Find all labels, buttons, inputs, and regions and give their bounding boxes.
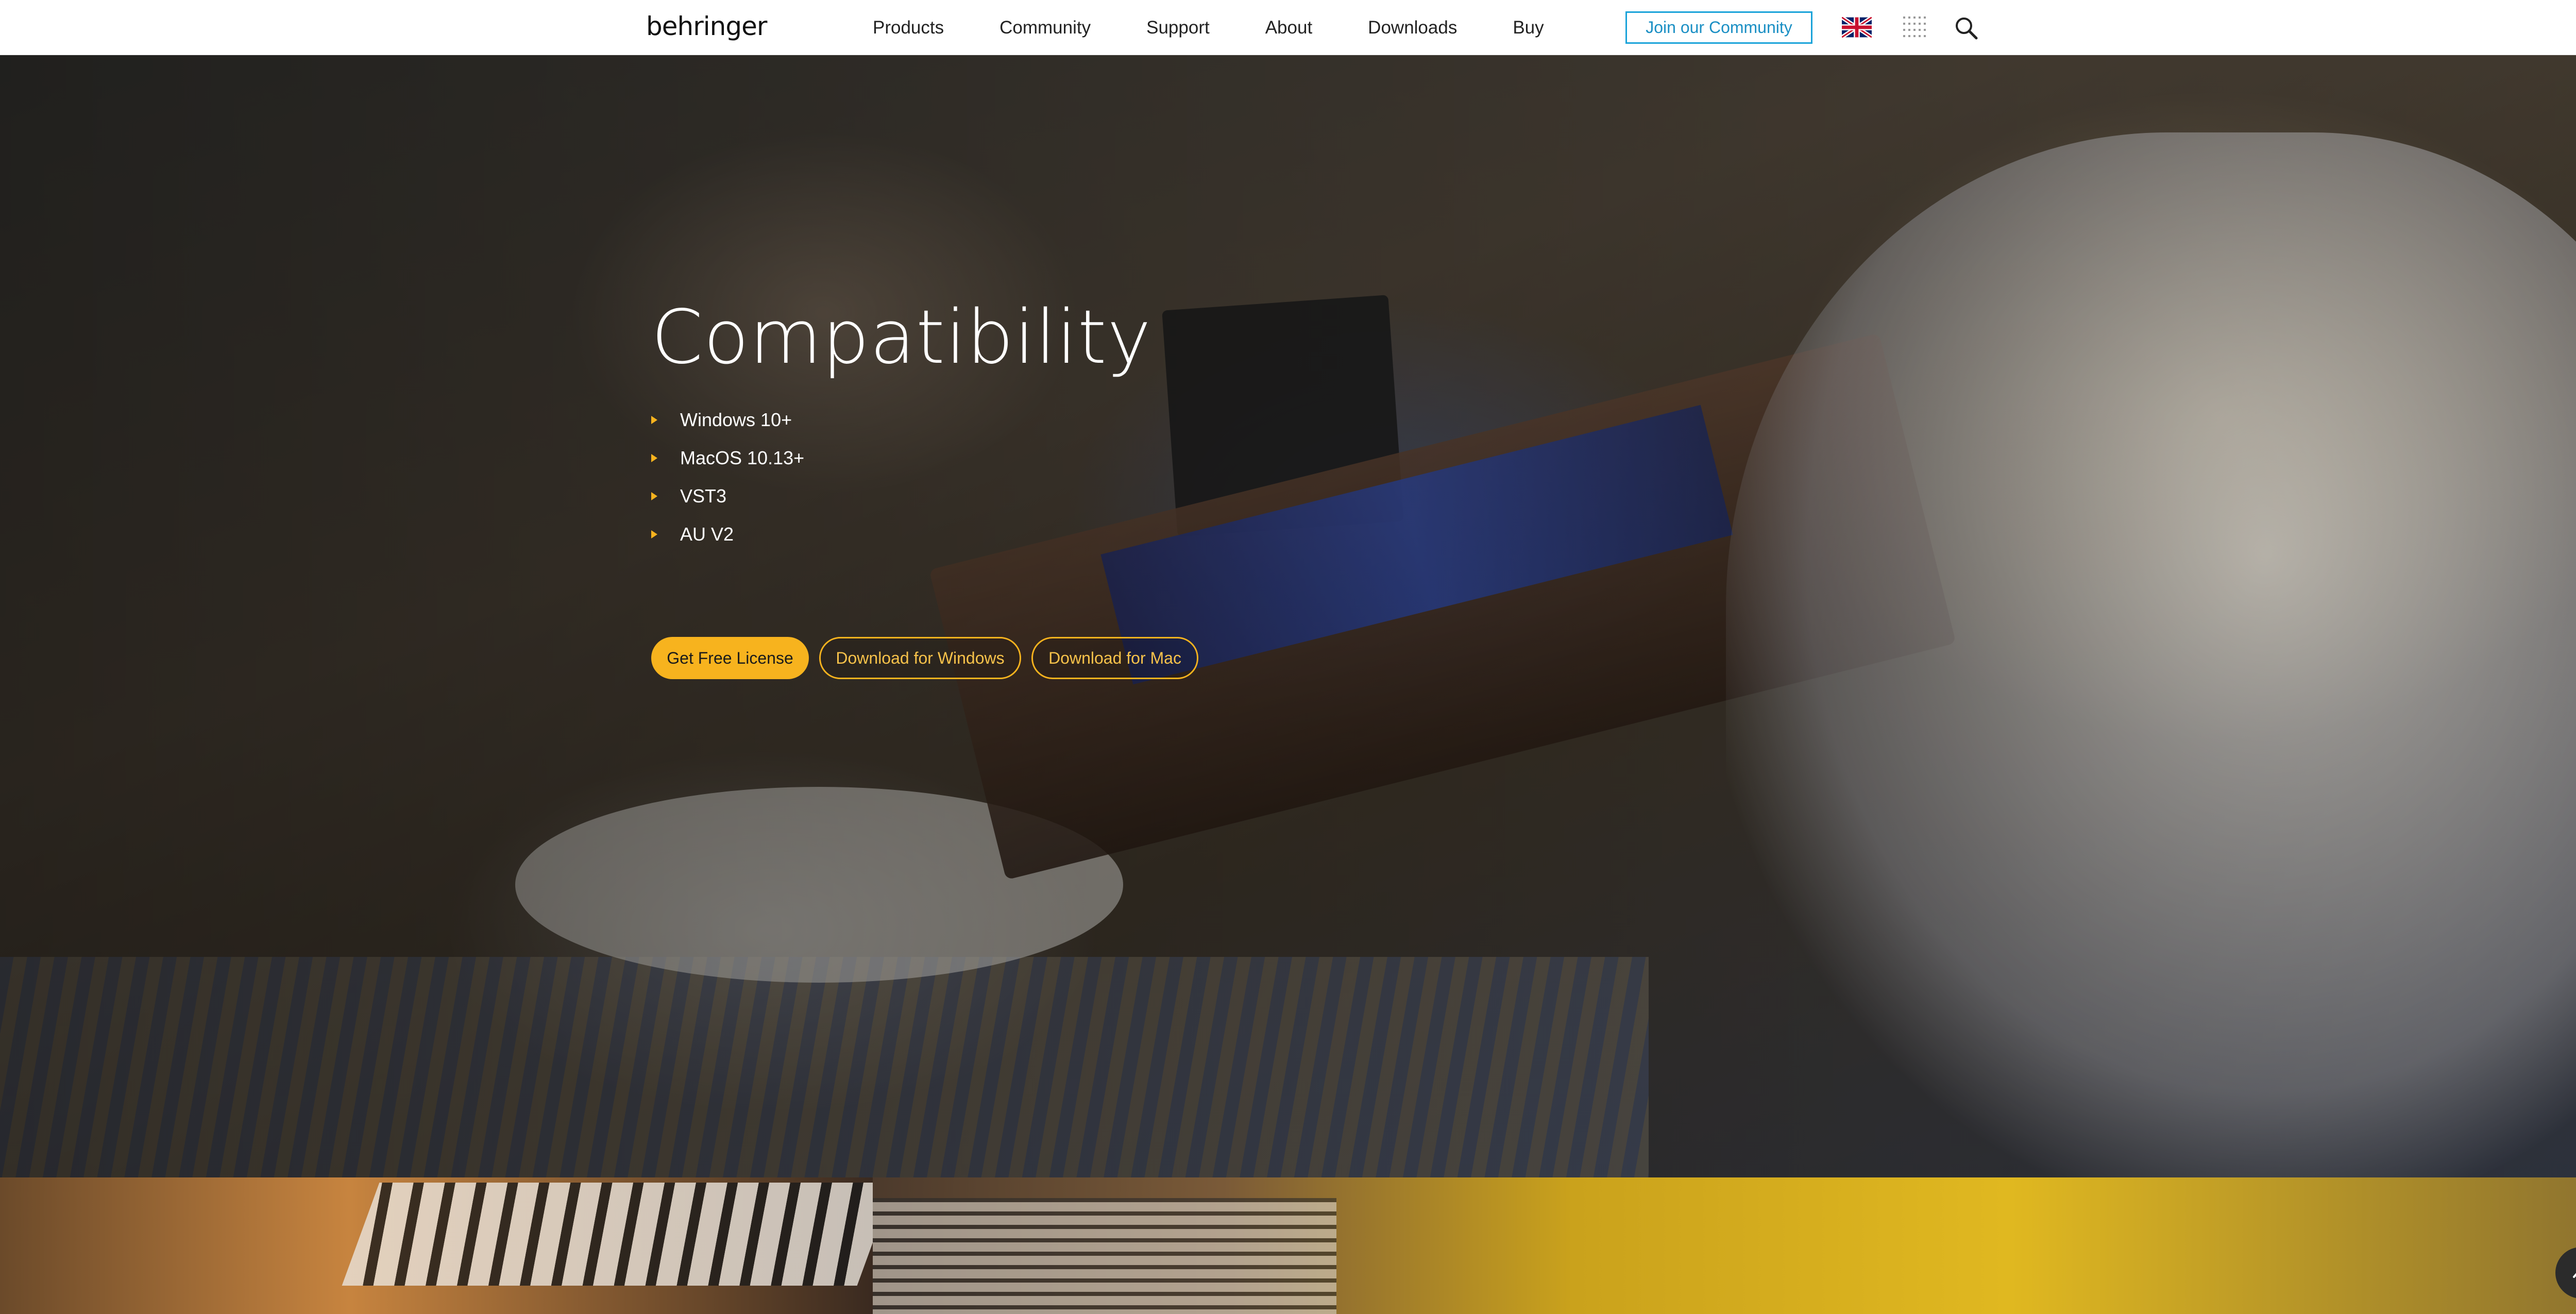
list-item: Windows 10+: [651, 401, 1151, 439]
hero-content: Compatibility Windows 10+ MacOS 10.13+ V…: [651, 294, 1151, 553]
bullet-arrow-icon: [651, 454, 657, 462]
bullet-arrow-icon: [651, 416, 657, 424]
gallery-image-musician: [873, 1177, 2576, 1314]
nav-support[interactable]: Support: [1146, 18, 1210, 38]
nav-products[interactable]: Products: [873, 18, 944, 38]
gallery-keys-shape: [342, 1183, 873, 1286]
search-icon[interactable]: [1954, 15, 1978, 40]
hero-title: Compatibility: [651, 294, 1152, 380]
bullet-arrow-icon: [651, 530, 657, 538]
apps-grid-icon[interactable]: [1902, 15, 1927, 40]
compatibility-list: Windows 10+ MacOS 10.13+ VST3 AU V2: [651, 401, 1151, 553]
get-free-license-button[interactable]: Get Free License: [651, 637, 809, 679]
behringer-logo[interactable]: behringer: [646, 11, 767, 41]
os-label: MacOS 10.13+: [680, 447, 805, 468]
download-mac-button[interactable]: Download for Mac: [1031, 637, 1198, 679]
list-item: AU V2: [651, 515, 1151, 553]
join-community-button[interactable]: Join our Community: [1625, 11, 1812, 44]
hero-section: [0, 55, 2576, 1177]
chevron-up-icon: [2573, 1273, 2576, 1278]
nav-buy[interactable]: Buy: [1513, 18, 1544, 38]
os-label: AU V2: [680, 524, 734, 545]
site-header: behringer Products Community Support Abo…: [0, 0, 2576, 55]
uk-flag-icon[interactable]: [1842, 17, 1872, 38]
bullet-arrow-icon: [651, 492, 657, 500]
gallery-image-keyboard: [0, 1177, 873, 1314]
hero-buttons: Get Free License Download for Windows Do…: [651, 637, 1198, 679]
os-label: VST3: [680, 485, 727, 507]
list-item: VST3: [651, 477, 1151, 515]
os-label: Windows 10+: [680, 409, 792, 430]
gallery-shirt-shape: [873, 1198, 1336, 1314]
nav-about[interactable]: About: [1265, 18, 1312, 38]
nav-downloads[interactable]: Downloads: [1368, 18, 1457, 38]
main-nav: Products Community Support About Downloa…: [873, 0, 1600, 55]
hero-overlay: [0, 55, 2576, 1177]
download-windows-button[interactable]: Download for Windows: [819, 637, 1021, 679]
list-item: MacOS 10.13+: [651, 439, 1151, 477]
nav-community[interactable]: Community: [999, 18, 1091, 38]
